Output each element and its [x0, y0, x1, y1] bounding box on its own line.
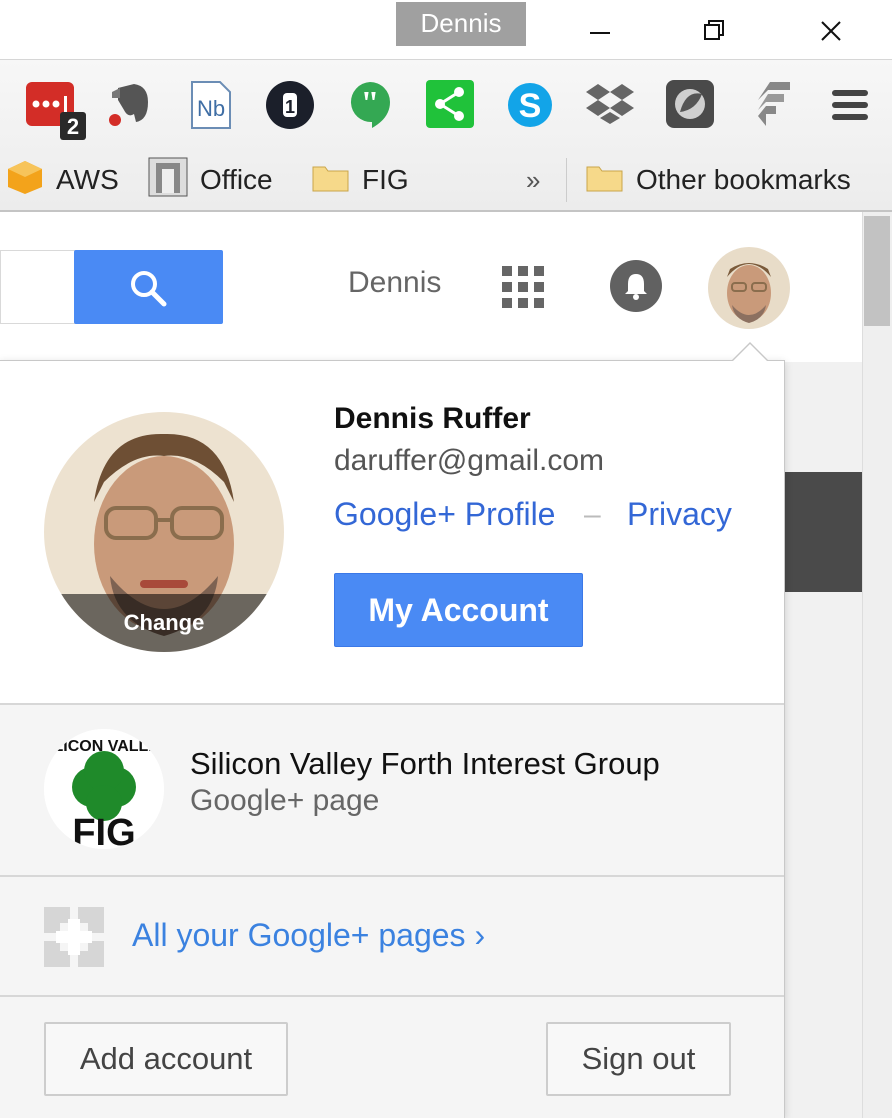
- hangouts-icon: ": [350, 82, 390, 128]
- bookmark-other[interactable]: Other bookmarks: [586, 158, 851, 202]
- folder-icon: [312, 161, 350, 200]
- search-button[interactable]: [74, 250, 223, 324]
- svg-text:1: 1: [285, 97, 295, 117]
- 1password-extension[interactable]: 1: [266, 80, 316, 130]
- search-input[interactable]: [0, 250, 76, 324]
- avatar: [708, 247, 790, 329]
- bell-icon: [625, 274, 647, 300]
- chrome-menu[interactable]: [828, 80, 878, 130]
- folder-icon: [586, 161, 624, 200]
- window-title-bar: Dennis: [0, 0, 892, 60]
- bookmark-label: AWS: [56, 164, 119, 195]
- link-separator: –: [584, 498, 601, 531]
- skype-icon: S: [508, 83, 552, 127]
- page-dark-block: [784, 472, 862, 592]
- notebook-icon: Nb: [191, 81, 231, 129]
- change-photo-label[interactable]: Change: [44, 594, 284, 652]
- all-google-plus-pages-link[interactable]: All your Google+ pages ›: [132, 917, 485, 954]
- lastpass-extension[interactable]: 2: [26, 80, 86, 140]
- fig-logo: SILICON VALLEY FIG: [44, 729, 164, 849]
- account-avatar-button[interactable]: [708, 247, 790, 329]
- restore-button[interactable]: [684, 8, 744, 54]
- vertical-scrollbar[interactable]: [862, 212, 892, 1118]
- account-email: daruffer@gmail.com: [334, 444, 604, 477]
- minimize-button[interactable]: [570, 8, 630, 54]
- profile-photo[interactable]: Change: [44, 412, 284, 652]
- dropbox-extension[interactable]: [586, 80, 636, 130]
- close-icon: [821, 21, 841, 41]
- google-plus-profile-link[interactable]: Google+ Profile: [334, 496, 555, 533]
- shield-extension[interactable]: [666, 80, 716, 130]
- shield-icon: [666, 80, 714, 128]
- close-button[interactable]: [800, 8, 860, 54]
- bookmarks-bar: AWS Office FIG » Other bookmarks: [0, 148, 892, 212]
- bookmark-label: Office: [200, 164, 273, 195]
- feedly-icon: [758, 82, 790, 126]
- search-icon: [131, 271, 167, 307]
- bookmark-label: FIG: [362, 164, 409, 195]
- skype-extension[interactable]: S: [506, 80, 556, 130]
- bookmarks-divider: [566, 158, 567, 202]
- notebook-extension[interactable]: Nb: [186, 80, 236, 130]
- lastpass-icon: 2: [26, 82, 86, 140]
- pages-icon: [42, 905, 106, 969]
- svg-text:FIG: FIG: [72, 812, 135, 849]
- svg-text:Nb: Nb: [197, 96, 225, 121]
- bookmark-label: Other bookmarks: [636, 164, 851, 195]
- apps-grid-icon[interactable]: [502, 266, 546, 310]
- restore-icon: [704, 20, 724, 40]
- evernote-extension[interactable]: [104, 80, 154, 130]
- evernote-icon: [109, 84, 148, 126]
- notifications-button[interactable]: [610, 260, 662, 312]
- svg-text:S: S: [519, 87, 542, 125]
- page-type: Google+ page: [190, 784, 380, 817]
- profile-name-tab[interactable]: Dennis: [396, 2, 526, 46]
- hangouts-extension[interactable]: ": [346, 80, 396, 130]
- dropbox-icon: [586, 84, 634, 124]
- bookmark-aws[interactable]: AWS: [6, 158, 119, 202]
- sign-out-button[interactable]: Sign out: [546, 1022, 731, 1096]
- svg-text:": ": [361, 85, 380, 122]
- 1password-icon: 1: [266, 81, 314, 129]
- aws-icon: [6, 159, 44, 202]
- add-account-button[interactable]: Add account: [44, 1022, 288, 1096]
- bookmark-fig[interactable]: FIG: [312, 158, 409, 202]
- bookmark-office[interactable]: Office: [148, 157, 273, 204]
- page-name: Silicon Valley Forth Interest Group: [190, 746, 660, 781]
- popup-arrow-fill: [733, 344, 767, 361]
- office-icon: [148, 157, 188, 204]
- share-extension[interactable]: [426, 80, 476, 130]
- share-icon: [426, 80, 474, 128]
- svg-text:2: 2: [67, 114, 79, 139]
- my-account-button[interactable]: My Account: [334, 573, 583, 647]
- hamburger-menu-icon: [832, 90, 868, 120]
- header-user-name[interactable]: Dennis: [348, 266, 441, 300]
- feedly-extension[interactable]: [746, 80, 796, 130]
- scrollbar-thumb[interactable]: [864, 216, 890, 326]
- minimize-icon: [590, 32, 610, 34]
- browser-toolbar: 2 Nb 1 " S AWS Office FIG » Other bookma…: [0, 60, 892, 212]
- privacy-link[interactable]: Privacy: [627, 496, 732, 533]
- account-name: Dennis Ruffer: [334, 402, 531, 435]
- bookmarks-overflow-button[interactable]: »: [526, 158, 540, 202]
